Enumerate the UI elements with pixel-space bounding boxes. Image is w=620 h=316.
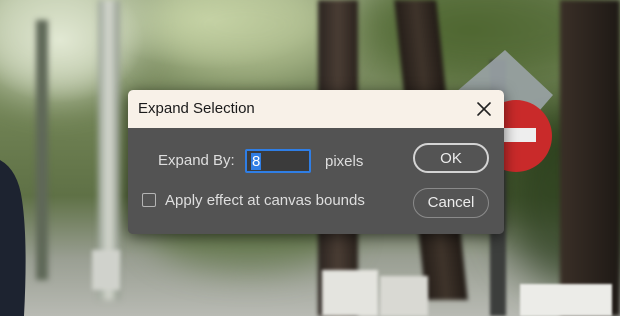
unit-label: pixels <box>325 153 364 170</box>
close-icon <box>470 95 498 123</box>
close-button[interactable] <box>470 95 498 123</box>
dialog-title: Expand Selection <box>138 100 255 117</box>
canvas-bounds-label[interactable]: Apply effect at canvas bounds <box>165 192 365 209</box>
expand-by-value: 8 <box>251 153 262 170</box>
canvas-bounds-checkbox[interactable] <box>142 193 156 207</box>
ok-button[interactable]: OK <box>413 143 489 173</box>
expand-by-label: Expand By: <box>158 152 235 169</box>
dialog-titlebar: Expand Selection <box>128 90 504 128</box>
expand-by-input[interactable]: 8 <box>245 149 311 173</box>
dialog-body: Expand By: 8 pixels Apply effect at canv… <box>128 128 504 234</box>
cancel-button[interactable]: Cancel <box>413 188 489 218</box>
expand-selection-dialog: Expand Selection Expand By: 8 pixels App… <box>128 90 504 234</box>
